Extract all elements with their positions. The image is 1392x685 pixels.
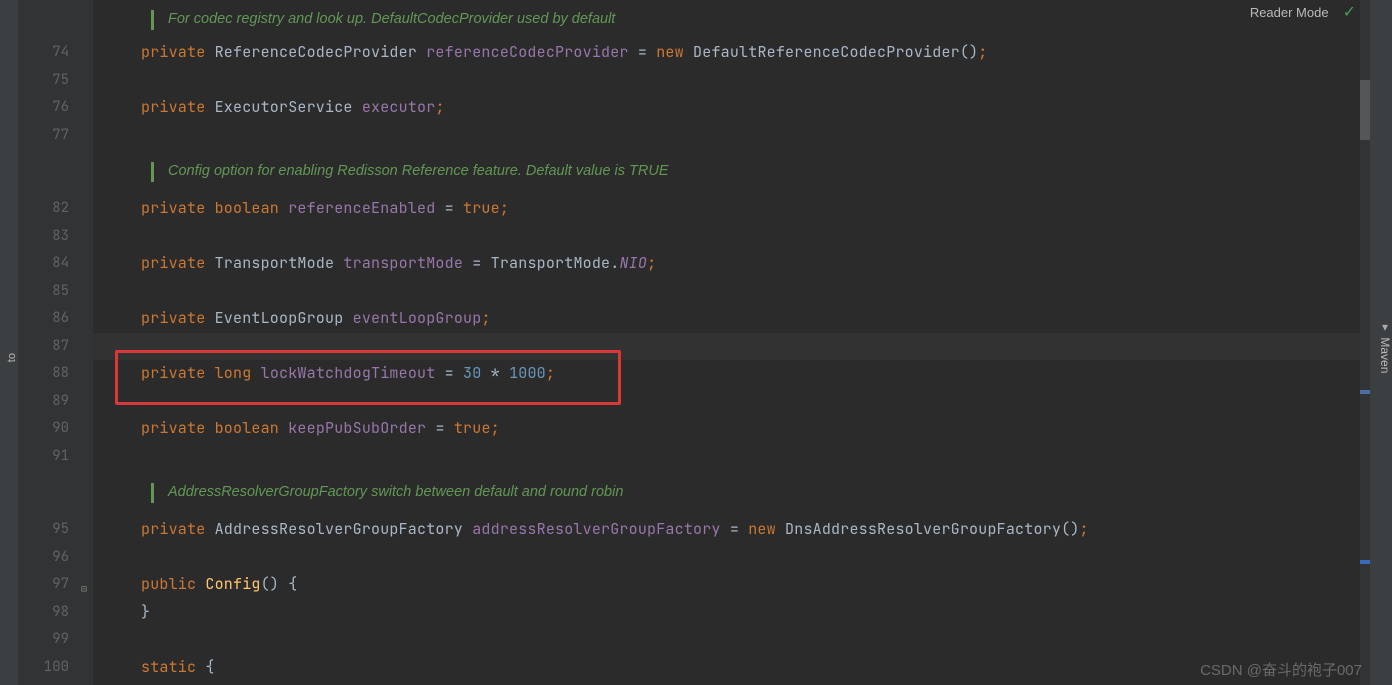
left-tool-1[interactable]: to xyxy=(6,353,18,362)
line-number[interactable]: 91 xyxy=(18,443,69,471)
doc-comment-text: AddressResolverGroupFactory switch betwe… xyxy=(168,479,623,507)
line-number[interactable]: 74 xyxy=(18,39,69,67)
doc-comment-bar xyxy=(151,162,154,182)
editor-header-actions: Reader Mode ✓ xyxy=(1250,2,1356,22)
code-line[interactable] xyxy=(93,122,1360,150)
code-line[interactable] xyxy=(93,443,1360,471)
line-gutter[interactable]: 74757677 82838485868788899091 959697⊟98991… xyxy=(18,0,93,685)
line-number[interactable] xyxy=(18,470,69,516)
line-number[interactable]: 85 xyxy=(18,278,69,306)
check-icon[interactable]: ✓ xyxy=(1343,2,1356,22)
line-number[interactable]: 95 xyxy=(18,516,69,544)
code-line[interactable]: AddressResolverGroupFactory switch betwe… xyxy=(93,470,1360,516)
line-number[interactable]: 96 xyxy=(18,544,69,572)
code-line[interactable]: Config option for enabling Redisson Refe… xyxy=(93,149,1360,195)
code-line[interactable]: } xyxy=(93,599,1360,627)
code-editor[interactable]: 74757677 82838485868788899091 959697⊟98991… xyxy=(18,0,1360,685)
code-line[interactable]: private AddressResolverGroupFactory addr… xyxy=(93,516,1360,544)
reader-mode-label[interactable]: Reader Mode xyxy=(1250,5,1329,20)
code-line[interactable]: private ExecutorService executor; xyxy=(93,94,1360,122)
minimap-marker xyxy=(1360,390,1370,394)
line-number[interactable]: 97⊟ xyxy=(18,571,69,599)
doc-comment-text: For codec registry and look up. DefaultC… xyxy=(168,6,615,34)
code-line[interactable]: private TransportMode transportMode = Tr… xyxy=(93,250,1360,278)
left-toolstrip[interactable]: to rt er xyxy=(0,0,18,685)
line-number[interactable]: 99 xyxy=(18,626,69,654)
code-line[interactable] xyxy=(93,544,1360,572)
code-line[interactable] xyxy=(93,67,1360,95)
line-number[interactable]: 87 xyxy=(18,333,69,361)
code-line[interactable] xyxy=(93,388,1360,416)
code-line[interactable]: private EventLoopGroup eventLoopGroup; xyxy=(93,305,1360,333)
fold-icon[interactable]: ⊟ xyxy=(75,575,87,587)
maven-tool[interactable]: ▾ Maven xyxy=(1378,320,1392,373)
code-line[interactable] xyxy=(93,333,1360,361)
right-toolstrip[interactable]: ▾ Maven 🗄 Database 🔔 Notifications xyxy=(1370,0,1392,685)
line-number[interactable]: 86 xyxy=(18,305,69,333)
watermark: CSDN @奋斗的袍子007 xyxy=(1200,659,1362,680)
line-number[interactable]: 84 xyxy=(18,250,69,278)
code-line[interactable]: static { xyxy=(93,654,1360,682)
maven-icon: ▾ xyxy=(1378,320,1392,334)
line-number[interactable]: 82 xyxy=(18,195,69,223)
code-line[interactable]: private ReferenceCodecProvider reference… xyxy=(93,39,1360,67)
code-line[interactable]: private boolean referenceEnabled = true; xyxy=(93,195,1360,223)
doc-comment-bar xyxy=(151,483,154,503)
line-number[interactable]: 89 xyxy=(18,388,69,416)
code-line[interactable]: For codec registry and look up. DefaultC… xyxy=(93,0,1360,39)
code-line[interactable] xyxy=(93,626,1360,654)
code-line[interactable] xyxy=(93,223,1360,251)
line-number[interactable]: 88 xyxy=(18,360,69,388)
code-line[interactable]: private long lockWatchdogTimeout = 30 * … xyxy=(93,360,1360,388)
line-number[interactable] xyxy=(18,149,69,195)
line-number[interactable]: 77 xyxy=(18,122,69,150)
line-number[interactable]: 75 xyxy=(18,67,69,95)
doc-comment-text: Config option for enabling Redisson Refe… xyxy=(168,158,669,186)
line-number[interactable]: 100 xyxy=(18,654,69,682)
doc-comment-bar xyxy=(151,10,154,30)
line-number[interactable]: 83 xyxy=(18,223,69,251)
line-number[interactable]: 98 xyxy=(18,599,69,627)
code-line[interactable] xyxy=(93,278,1360,306)
line-number[interactable]: 76 xyxy=(18,94,69,122)
code-line[interactable]: public Config() { xyxy=(93,571,1360,599)
minimap-marker xyxy=(1360,560,1370,564)
code-line[interactable]: private boolean keepPubSubOrder = true; xyxy=(93,415,1360,443)
line-number[interactable]: 90 xyxy=(18,415,69,443)
line-number[interactable] xyxy=(18,0,69,39)
scrollbar-thumb[interactable] xyxy=(1360,80,1370,140)
code-area[interactable]: For codec registry and look up. DefaultC… xyxy=(93,0,1360,685)
